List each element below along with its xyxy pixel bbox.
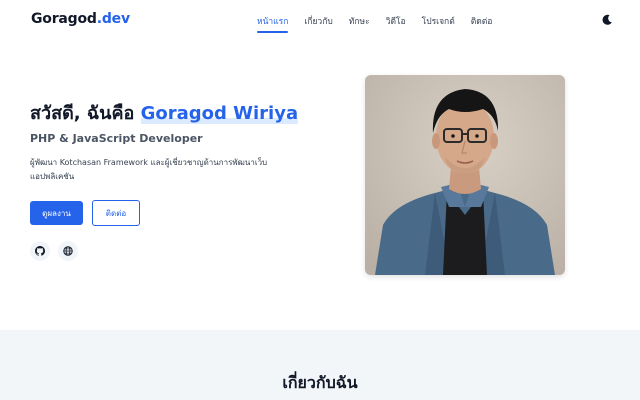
nav-item-about[interactable]: เกี่ยวกับ (304, 14, 332, 32)
nav-item-projects[interactable]: โปรเจกต์ (422, 14, 455, 32)
view-work-button[interactable]: ดูผลงาน (30, 201, 83, 225)
github-link[interactable] (30, 241, 50, 261)
about-title: เกี่ยวกับฉัน (282, 373, 358, 392)
main-nav: หน้าแรก เกี่ยวกับ ทักษะ วิดีโอ โปรเจกต์ … (257, 14, 493, 33)
theme-toggle-button[interactable] (600, 12, 614, 26)
navbar: Goragod.dev หน้าแรก เกี่ยวกับ ทักษะ วิดี… (0, 0, 640, 40)
nav-item-skills[interactable]: ทักษะ (349, 14, 370, 32)
hero-name: Goragod Wiriya (140, 103, 299, 124)
nav-item-contact[interactable]: ติดต่อ (471, 14, 493, 32)
profile-photo (365, 75, 565, 275)
hero-role: PHP & JavaScript Developer (30, 132, 203, 145)
moon-icon (602, 14, 612, 25)
nav-item-videos[interactable]: วิดีโอ (386, 14, 406, 32)
hero-heading: สวัสดี, ฉันคือ Goragod Wiriya (30, 98, 299, 127)
hero-greeting: สวัสดี, ฉันคือ (30, 103, 135, 124)
about-section: เกี่ยวกับฉัน (0, 330, 640, 400)
hero-description: ผู้พัฒนา Kotchasan Framework และผู้เชี่ย… (30, 158, 268, 181)
brand-name: Goragod (31, 11, 97, 27)
profile-photo-illustration (365, 75, 565, 275)
nav-item-home[interactable]: หน้าแรก (257, 14, 289, 33)
brand-suffix: .dev (96, 11, 130, 27)
contact-button[interactable]: ติดต่อ (92, 200, 140, 226)
site-logo[interactable]: Goragod.dev (31, 11, 130, 27)
globe-icon (63, 246, 73, 256)
website-link[interactable] (58, 241, 78, 261)
github-icon (35, 246, 45, 256)
